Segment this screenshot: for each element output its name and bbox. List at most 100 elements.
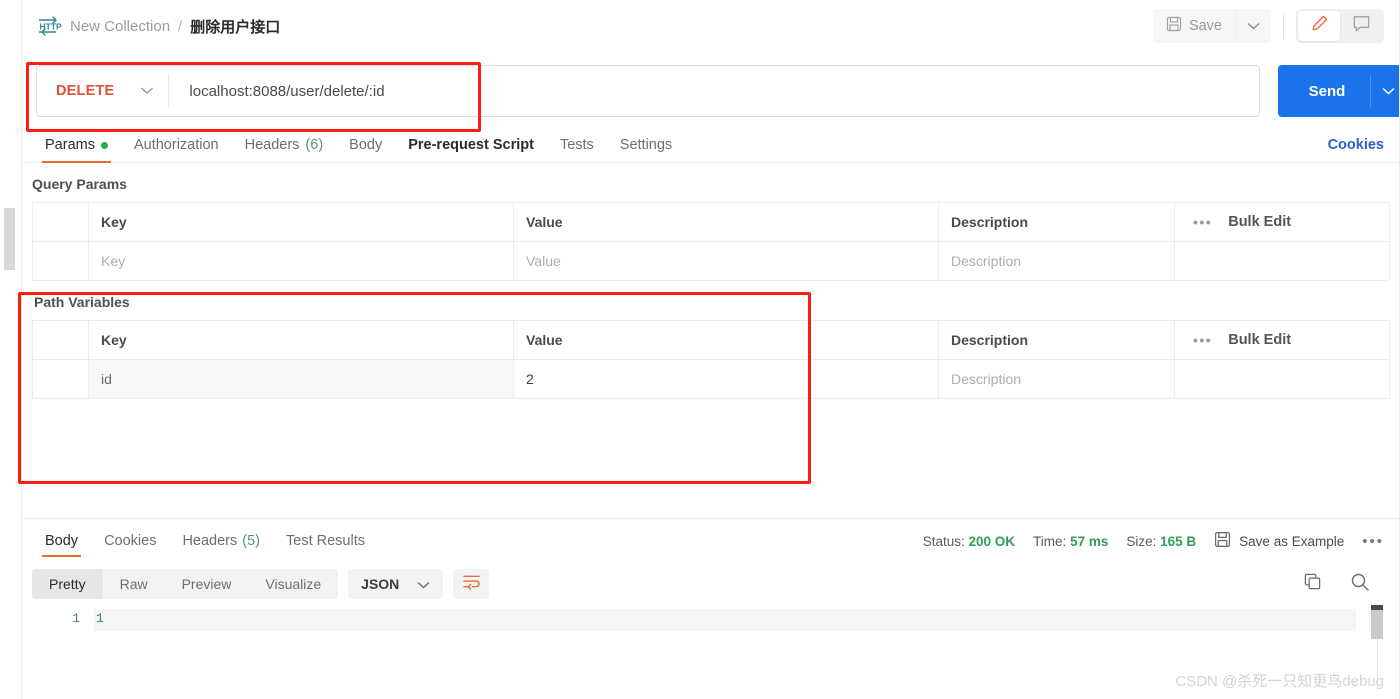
response-more-options-button[interactable]: ••• (1362, 533, 1384, 550)
path-variables-key-cell: id (88, 359, 514, 399)
response-tab-cookies-label: Cookies (104, 533, 157, 549)
save-dropdown-button[interactable] (1235, 9, 1271, 43)
tab-authorization[interactable]: Authorization (121, 137, 232, 162)
tab-pre-request-script[interactable]: Pre-request Script (395, 137, 547, 162)
path-variables-table: Key Value Description ••• Bulk Edit id 2… (32, 320, 1390, 399)
size-badge: Size: 165 B (1126, 534, 1196, 549)
left-gutter (0, 0, 22, 699)
header-actions: Save (1152, 9, 1384, 43)
query-params-bulk-edit-cell: ••• Bulk Edit (1174, 202, 1390, 242)
save-button-label: Save (1188, 18, 1222, 34)
vertical-scrollbar-thumb[interactable] (4, 208, 15, 270)
query-params-bulk-edit-button[interactable]: Bulk Edit (1228, 214, 1291, 230)
tab-headers-label: Headers (244, 137, 300, 153)
response-format-bar: Pretty Raw Preview Visualize JSON (22, 563, 1400, 605)
response-tab-body[interactable]: Body (32, 519, 91, 563)
row-select-checkbox[interactable] (32, 359, 89, 399)
cookies-link[interactable]: Cookies (1328, 137, 1384, 162)
query-params-value-input[interactable]: Value (513, 241, 939, 281)
query-params-key-header: Key (88, 202, 514, 242)
status-value: 200 OK (968, 533, 1016, 549)
word-wrap-button[interactable] (453, 569, 490, 599)
tab-tests-label: Tests (559, 137, 594, 153)
ellipsis-icon[interactable]: ••• (1193, 214, 1212, 230)
response-language-label: JSON (361, 576, 400, 592)
row-select-header (32, 320, 89, 360)
row-select-checkbox[interactable] (32, 241, 89, 281)
response-tab-headers-label: Headers (182, 533, 238, 549)
size-value: 165 B (1160, 533, 1197, 549)
response-view-pretty[interactable]: Pretty (32, 569, 103, 599)
response-tab-headers-count: (5) (242, 533, 260, 549)
path-variables-value-input[interactable]: 2 (513, 359, 939, 399)
chevron-down-icon (1382, 82, 1395, 100)
table-header-row: Key Value Description ••• Bulk Edit (32, 202, 1390, 242)
url-input-box: DELETE localhost:8088/user/delete/:id (36, 65, 1260, 117)
path-variables-value-header: Value (513, 320, 939, 360)
response-language-selector[interactable]: JSON (348, 569, 444, 599)
tab-headers[interactable]: Headers (6) (232, 137, 337, 162)
time-badge: Time: 57 ms (1033, 534, 1108, 549)
watermark: CSDN @杀死一只知更鸟debug (1175, 673, 1384, 690)
query-params-row-actions (1174, 241, 1390, 281)
status-label: Status: (922, 533, 965, 549)
table-row: Key Value Description (32, 241, 1390, 281)
path-variables-bulk-edit-button[interactable]: Bulk Edit (1228, 332, 1291, 348)
line-number: 1 (72, 611, 80, 626)
pencil-icon (1310, 14, 1329, 38)
tab-params[interactable]: Params (32, 137, 121, 163)
path-variables-row-actions (1174, 359, 1390, 399)
request-tabs: Params Authorization Headers (6) Body Pr… (22, 130, 1400, 163)
url-input[interactable]: localhost:8088/user/delete/:id (169, 83, 1259, 100)
copy-icon[interactable] (1303, 572, 1322, 596)
tab-authorization-label: Authorization (133, 137, 219, 153)
chevron-down-icon (417, 576, 430, 592)
method-selector[interactable]: DELETE (37, 66, 168, 116)
query-params-value-header: Value (513, 202, 939, 242)
comment-button[interactable] (1340, 11, 1382, 41)
size-label: Size: (1126, 533, 1157, 549)
send-button[interactable]: Send (1278, 83, 1370, 100)
edit-mode-button[interactable] (1298, 11, 1340, 41)
response-scrollbar-thumb[interactable] (1371, 605, 1383, 639)
tab-tests[interactable]: Tests (547, 137, 607, 162)
url-row: DELETE localhost:8088/user/delete/:id Se… (22, 52, 1400, 130)
response-view-visualize[interactable]: Visualize (248, 569, 338, 599)
code-line-highlight (94, 609, 1356, 631)
breadcrumb: New Collection / 删除用户接口 (70, 16, 280, 37)
response-tab-test-results[interactable]: Test Results (273, 519, 378, 563)
response-view-preview[interactable]: Preview (165, 569, 249, 599)
ellipsis-icon[interactable]: ••• (1193, 332, 1212, 348)
query-params-description-header: Description (938, 202, 1175, 242)
request-header: HTTP New Collection / 删除用户接口 Save (22, 0, 1400, 52)
tab-body[interactable]: Body (336, 137, 395, 162)
save-button[interactable]: Save (1153, 9, 1235, 43)
response-tab-headers[interactable]: Headers (5) (169, 519, 273, 563)
breadcrumb-request-name[interactable]: 删除用户接口 (190, 16, 280, 37)
query-params-description-input[interactable]: Description (938, 241, 1175, 281)
method-label: DELETE (56, 83, 115, 99)
response-panel: Body Cookies Headers (5) Test Results St… (22, 519, 1400, 699)
path-variables-bulk-edit-cell: ••• Bulk Edit (1174, 320, 1390, 360)
breadcrumb-collection[interactable]: New Collection (70, 18, 170, 35)
svg-text:HTTP: HTTP (40, 22, 63, 32)
params-modified-dot (100, 141, 108, 149)
response-tabs: Body Cookies Headers (5) Test Results (32, 519, 378, 563)
query-params-key-input[interactable]: Key (88, 241, 514, 281)
response-tab-cookies[interactable]: Cookies (91, 519, 169, 563)
path-variables-title: Path Variables (34, 294, 130, 310)
row-select-header (32, 202, 89, 242)
response-view-raw[interactable]: Raw (103, 569, 165, 599)
view-mode-group (1296, 9, 1384, 43)
tab-params-label: Params (45, 137, 95, 153)
response-view-segmented-control: Pretty Raw Preview Visualize (32, 569, 339, 599)
postman-window: HTTP New Collection / 删除用户接口 Save DELETE… (0, 0, 1400, 699)
response-scrollbar-cap (1371, 605, 1383, 610)
path-variables-description-header: Description (938, 320, 1175, 360)
tab-settings[interactable]: Settings (607, 137, 685, 162)
path-variables-description-input[interactable]: Description (938, 359, 1175, 399)
query-params-title: Query Params (32, 176, 127, 192)
search-icon[interactable] (1350, 572, 1370, 597)
send-dropdown-button[interactable] (1370, 75, 1400, 107)
save-as-example-button[interactable]: Save as Example (1214, 531, 1344, 551)
